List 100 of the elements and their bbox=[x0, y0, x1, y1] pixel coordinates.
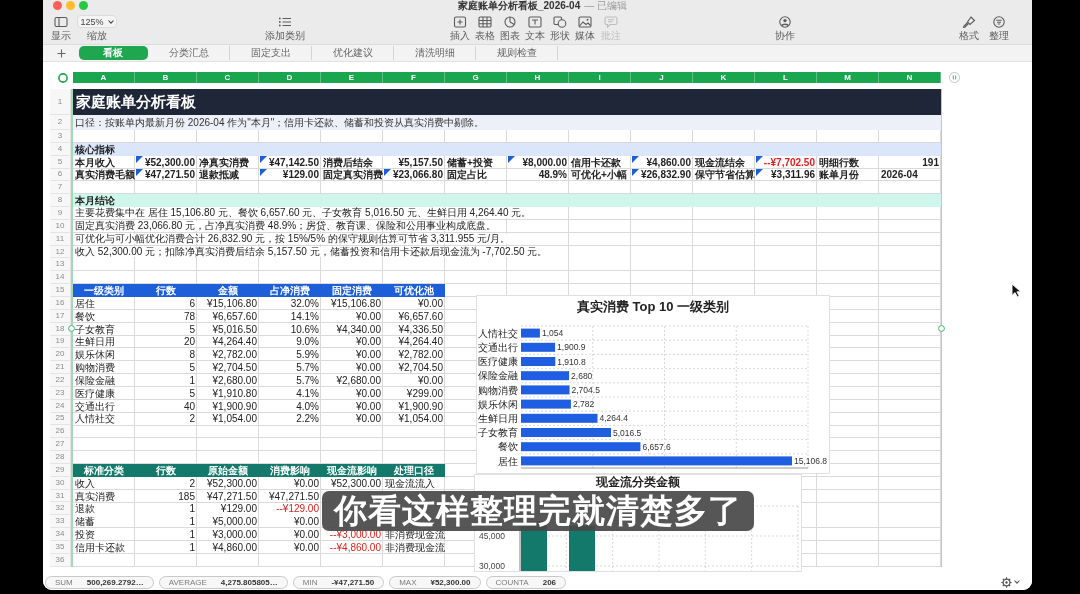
row-number[interactable]: 26 bbox=[50, 425, 71, 439]
column-letter[interactable]: L bbox=[755, 72, 817, 83]
view-button[interactable]: 显示 bbox=[47, 11, 75, 44]
table-cell-text: ¥0.00 bbox=[354, 309, 382, 323]
shape-button[interactable]: 形状 bbox=[547, 11, 573, 44]
stat-value: 500,269.2792… bbox=[86, 576, 144, 588]
column-letter[interactable]: E bbox=[321, 72, 383, 83]
column-letter[interactable]: J bbox=[631, 72, 693, 83]
row-number[interactable]: 20 bbox=[50, 348, 71, 362]
pause-circle-icon[interactable] bbox=[949, 72, 960, 83]
sheet-tab[interactable]: 优化建议 bbox=[312, 46, 394, 60]
row-number[interactable]: 15 bbox=[50, 284, 71, 297]
column-letter[interactable]: G bbox=[445, 72, 507, 83]
row-number[interactable]: 9 bbox=[50, 207, 71, 220]
sheet-tab[interactable]: 固定支出 bbox=[230, 46, 312, 60]
metric-value: 2026-04 bbox=[881, 168, 918, 183]
table-cell-text: ¥2,680.00 bbox=[335, 374, 382, 387]
column-header: 消费影响 bbox=[259, 463, 321, 477]
chart-button[interactable]: 图表 bbox=[497, 11, 523, 44]
plus-icon bbox=[56, 48, 66, 58]
table-cell-text: 5.7% bbox=[295, 361, 320, 375]
text-box-icon bbox=[528, 16, 543, 28]
row-number[interactable]: 3 bbox=[50, 130, 71, 143]
column-letter[interactable]: I bbox=[569, 72, 631, 83]
sheet-tab[interactable]: 清洗明细 bbox=[394, 46, 476, 60]
table-cell-text: ¥4,264.40 bbox=[397, 335, 444, 349]
table-cell-text: ¥4,336.50 bbox=[397, 322, 444, 336]
fullscreen-button[interactable] bbox=[79, 1, 88, 10]
table-cell-text: 40 bbox=[182, 399, 196, 413]
list-icon bbox=[278, 16, 292, 28]
table-cell-text: 医疗健康 bbox=[74, 386, 116, 400]
zoom-dropdown[interactable]: 125% bbox=[77, 15, 117, 28]
row-number[interactable]: 21 bbox=[50, 361, 71, 375]
table-cell-text: 1 bbox=[188, 374, 196, 387]
metric-label: 净真实消费 bbox=[198, 155, 250, 169]
table-button[interactable]: 表格 bbox=[472, 11, 498, 44]
stat-value: ¥52,300.00 bbox=[430, 576, 471, 588]
row-number[interactable]: 8 bbox=[50, 194, 71, 208]
sheet-tab[interactable]: 看板 bbox=[79, 46, 148, 60]
dot-handle-icon[interactable] bbox=[68, 325, 75, 332]
column-letter[interactable]: N bbox=[879, 72, 941, 83]
metric-value: ¥26,832.90 bbox=[640, 168, 691, 183]
sheet-tab[interactable]: 规则检查 bbox=[476, 46, 558, 60]
column-letter[interactable]: B bbox=[135, 72, 197, 83]
row-number[interactable]: 14 bbox=[50, 271, 71, 285]
bar bbox=[521, 328, 540, 338]
column-header: 行数 bbox=[135, 463, 197, 477]
close-button[interactable] bbox=[53, 1, 62, 10]
gear-icon bbox=[1001, 576, 1012, 588]
column-letter[interactable]: C bbox=[197, 72, 259, 83]
column-letter[interactable]: H bbox=[507, 72, 569, 83]
axis-label: 人情社交 bbox=[478, 327, 518, 339]
row-number[interactable]: 13 bbox=[50, 258, 71, 272]
table-cell-text: ¥1,054.00 bbox=[397, 412, 444, 426]
bar bbox=[521, 385, 570, 395]
table-cell-text: ¥1,054.00 bbox=[211, 412, 258, 426]
row-number[interactable]: 2 bbox=[50, 115, 71, 130]
column-header: 金额 bbox=[197, 284, 259, 297]
column-letter[interactable]: A bbox=[73, 72, 135, 83]
axis-label: 保险金融 bbox=[478, 370, 518, 382]
minimize-button[interactable] bbox=[66, 1, 75, 10]
text-button[interactable]: 文本 bbox=[522, 11, 548, 44]
column-header: 处理口径 bbox=[383, 463, 445, 477]
row-number[interactable]: 22 bbox=[50, 374, 71, 387]
table-cell-text: ¥4,340.00 bbox=[335, 322, 382, 336]
row-number[interactable]: 34 bbox=[50, 528, 71, 541]
column-letter[interactable]: D bbox=[259, 72, 321, 83]
row-number[interactable]: 1 bbox=[50, 89, 71, 115]
column-header: 可优化池 bbox=[383, 284, 445, 297]
circle-handle-icon[interactable] bbox=[58, 72, 68, 83]
row-number[interactable]: 33 bbox=[50, 515, 71, 529]
row-number[interactable]: 35 bbox=[50, 541, 71, 554]
table-cell-text: ¥47,271.50 bbox=[205, 489, 258, 503]
column-letter[interactable]: F bbox=[383, 72, 445, 83]
format-button[interactable]: 格式 bbox=[954, 11, 985, 44]
collaborate-button[interactable]: 协作 bbox=[770, 11, 801, 44]
column-letter[interactable]: K bbox=[693, 72, 755, 83]
table-cell-text: 8 bbox=[188, 348, 196, 362]
metric-label: 储蓄+投资 bbox=[446, 155, 494, 169]
table-cell-text: ¥2,704.50 bbox=[397, 361, 444, 375]
row-number[interactable]: 7 bbox=[50, 181, 71, 195]
column-letter[interactable]: M bbox=[817, 72, 879, 83]
metric-label: 账单月份 bbox=[818, 168, 860, 182]
plus-square-icon bbox=[452, 16, 467, 28]
sheet-tab[interactable]: 分类汇总 bbox=[148, 46, 230, 60]
column-header: 行数 bbox=[135, 284, 197, 297]
table-cell-text: ¥2,782.00 bbox=[397, 348, 444, 362]
media-button[interactable]: 媒体 bbox=[572, 11, 598, 44]
organize-button[interactable]: 整理 bbox=[984, 11, 1015, 44]
dot-handle-icon[interactable] bbox=[938, 325, 945, 332]
row-number[interactable]: 28 bbox=[50, 451, 71, 464]
add-category-button[interactable]: 添加类别 bbox=[263, 11, 307, 44]
data-label: 15,106.8 bbox=[794, 455, 828, 466]
insert-button[interactable]: 插入 bbox=[447, 11, 473, 44]
table-cell-text: ¥129.00 bbox=[219, 502, 258, 516]
bar bbox=[521, 342, 556, 352]
settings-button[interactable] bbox=[1001, 576, 1020, 588]
table-cell-text: ¥5,000.00 bbox=[211, 515, 258, 529]
row-number[interactable]: 27 bbox=[50, 438, 71, 452]
row-number[interactable]: 32 bbox=[50, 502, 71, 516]
